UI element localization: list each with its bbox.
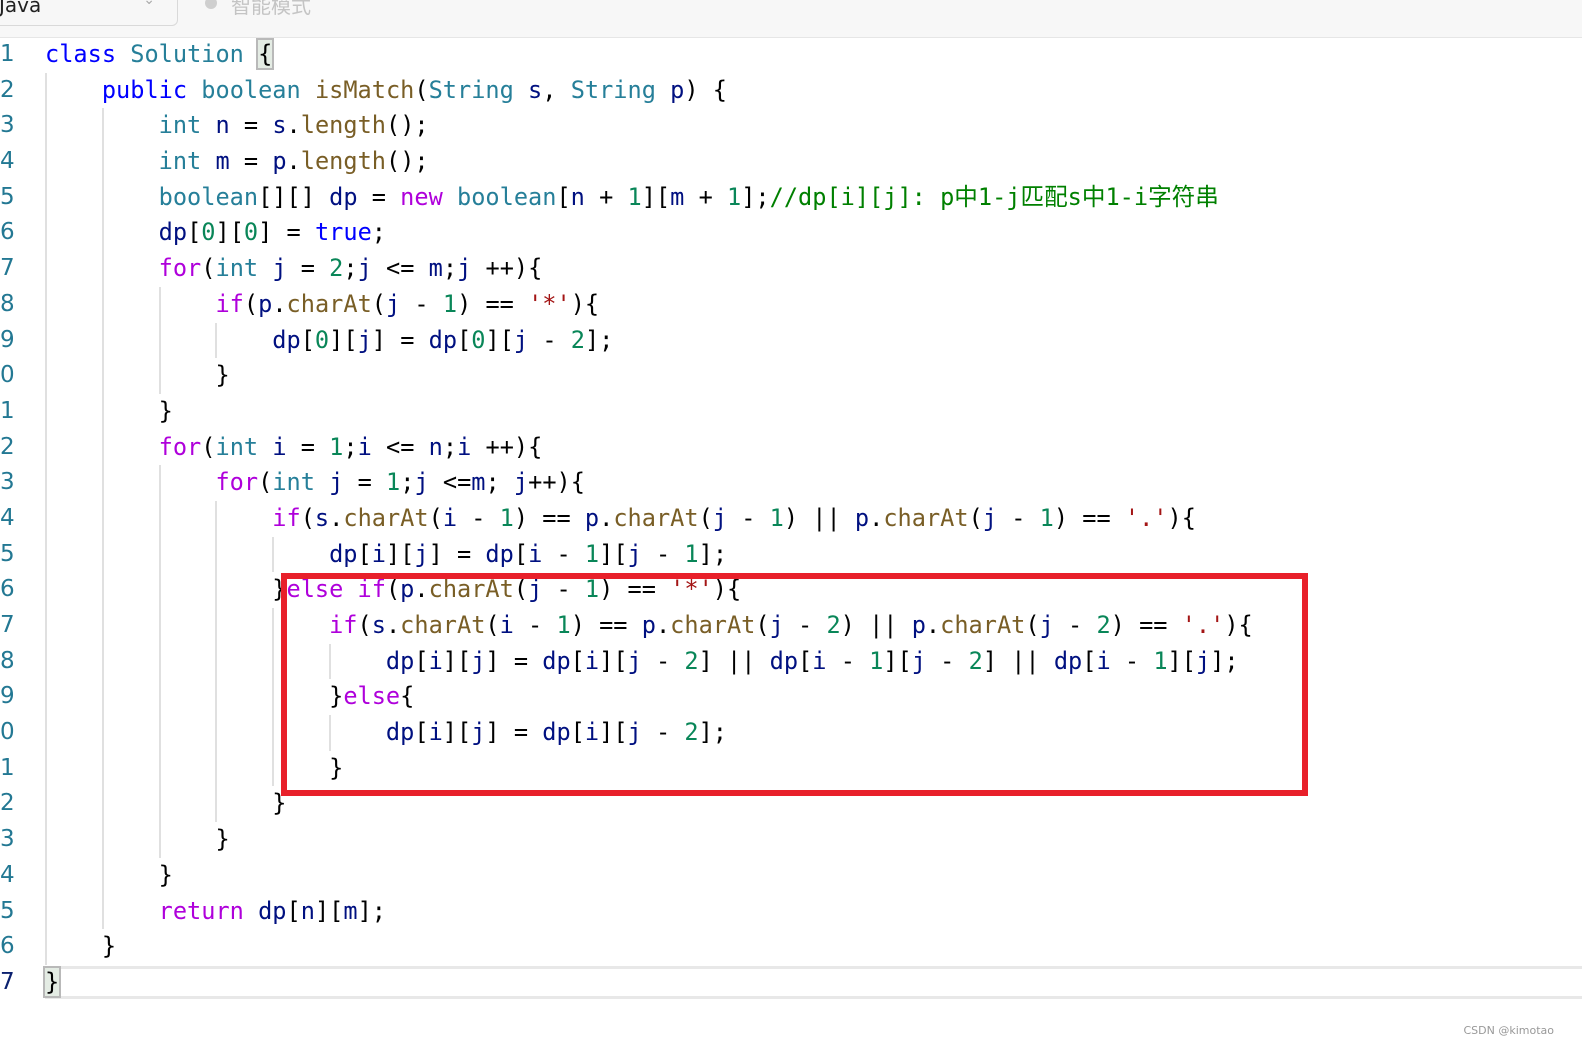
code-line[interactable]: 5 return dp[n][m]; — [0, 893, 1582, 930]
line-number: 4 — [0, 861, 15, 888]
code-text: if(s.charAt(i - 1) == p.charAt(j - 1) ||… — [272, 503, 1196, 532]
line-number: 6 — [0, 576, 15, 603]
code-line[interactable]: 2 for(int i = 1;i <= n;i ++){ — [0, 429, 1582, 466]
code-line[interactable]: 7 for(int j = 2;j <= m;j ++){ — [0, 251, 1582, 287]
code-text: return dp[n][m]; — [158, 896, 387, 925]
line-number: 3 — [0, 112, 15, 139]
code-text: } — [45, 860, 173, 889]
code-text: for(int j = 1;j <=m; j++){ — [215, 468, 585, 497]
code-text: } — [45, 789, 287, 818]
code-text: } — [45, 932, 117, 961]
code-line[interactable]: 3 int n = s.length(); — [0, 108, 1582, 145]
code-text: for(int i = 1;i <= n;i ++){ — [158, 432, 543, 461]
red-annotation-box — [281, 573, 1308, 796]
smart-mode-toggle[interactable]: 智能模式 — [205, 0, 311, 19]
line-number: 9 — [0, 683, 15, 710]
code-line[interactable]: 7} — [0, 965, 1582, 1001]
line-number: 7 — [0, 968, 15, 995]
line-number: 6 — [0, 933, 15, 960]
language-select-value: Java — [0, 0, 42, 17]
line-number: 1 — [0, 41, 15, 67]
code-text: public boolean isMatch(String s, String … — [101, 75, 727, 104]
code-text: dp[0][0] = true; — [158, 218, 387, 247]
line-number: 5 — [0, 540, 15, 567]
code-line[interactable]: 3 for(int j = 1;j <=m; j++){ — [0, 465, 1582, 501]
line-number: 6 — [0, 219, 15, 246]
code-line[interactable]: 2 public boolean isMatch(String s, Strin… — [0, 72, 1582, 109]
smart-mode-label: 智能模式 — [231, 0, 311, 18]
code-line[interactable]: 6 dp[0][0] = true; — [0, 215, 1582, 252]
line-number: 9 — [0, 326, 15, 353]
code-text: boolean[][] dp = new boolean[n + 1][m + … — [158, 182, 1219, 211]
line-number: 1 — [0, 754, 15, 781]
code-line[interactable]: 0 } — [0, 358, 1582, 394]
code-text: } — [45, 361, 230, 390]
code-line[interactable]: 8 if(p.charAt(j - 1) == '*'){ — [0, 286, 1582, 323]
code-text: dp[i][j] = dp[i - 1][j - 1]; — [329, 539, 728, 568]
code-text: } — [45, 825, 230, 854]
line-number: 2 — [0, 76, 15, 103]
line-number: 5 — [0, 183, 15, 210]
code-text: } — [42, 965, 62, 998]
line-number: 2 — [0, 790, 15, 817]
line-number: 1 — [0, 397, 15, 424]
editor-toolbar: Java ⌄ 智能模式 — [0, 0, 1582, 38]
code-text: for(int j = 2;j <= m;j ++){ — [158, 254, 543, 283]
line-number: 7 — [0, 612, 15, 638]
code-text: class Solution { — [45, 38, 275, 70]
code-line[interactable]: 1 class Solution { — [0, 37, 1582, 73]
line-number: 3 — [0, 469, 15, 496]
code-line[interactable]: 4 int m = p.length(); — [0, 144, 1582, 180]
line-number: 3 — [0, 826, 15, 853]
watermark: CSDN @kimotao — [1463, 1024, 1554, 1037]
line-number: 8 — [0, 647, 15, 674]
code-line[interactable]: 4 } — [0, 857, 1582, 894]
toggle-dot-icon — [205, 0, 217, 9]
code-text: int n = s.length(); — [158, 111, 429, 140]
line-number: 7 — [0, 255, 15, 282]
code-line[interactable]: 3 } — [0, 822, 1582, 858]
code-text: } — [45, 396, 173, 425]
code-line[interactable]: 9 dp[0][j] = dp[0][j - 2]; — [0, 322, 1582, 359]
line-number: 8 — [0, 290, 15, 317]
code-line[interactable]: 6 } — [0, 929, 1582, 965]
code-line[interactable]: 4 if(s.charAt(i - 1) == p.charAt(j - 1) … — [0, 500, 1582, 537]
line-number: 2 — [0, 433, 15, 460]
code-editor[interactable]: 1 class Solution {2 public boolean isMatc… — [0, 37, 1582, 1001]
line-number: 4 — [0, 504, 15, 531]
code-text: int m = p.length(); — [158, 147, 429, 176]
line-number: 0 — [0, 719, 15, 746]
line-number: 5 — [0, 897, 15, 924]
chevron-down-icon: ⌄ — [143, 0, 155, 8]
code-line[interactable]: 5 boolean[][] dp = new boolean[n + 1][m … — [0, 179, 1582, 216]
code-line[interactable]: 1 } — [0, 393, 1582, 430]
code-text: if(p.charAt(j - 1) == '*'){ — [215, 289, 600, 318]
code-text: dp[0][j] = dp[0][j - 2]; — [272, 325, 614, 354]
language-select[interactable]: Java ⌄ — [0, 0, 178, 26]
code-line[interactable]: 5 dp[i][j] = dp[i - 1][j - 1]; — [0, 536, 1582, 573]
line-number: 0 — [0, 362, 15, 389]
line-number: 4 — [0, 148, 15, 175]
